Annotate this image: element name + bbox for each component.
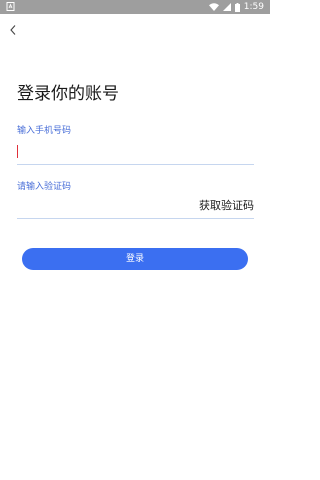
code-input[interactable] [17, 196, 187, 218]
wifi-icon [208, 3, 219, 11]
login-button[interactable]: 登录 [22, 248, 248, 270]
text-caret [17, 145, 18, 158]
code-field[interactable]: 获取验证码 [17, 196, 254, 219]
sim-icon [6, 2, 15, 11]
phone-label: 输入手机号码 [17, 126, 72, 136]
signal-icon [222, 3, 231, 11]
get-code-button[interactable]: 获取验证码 [199, 197, 254, 215]
battery-icon [234, 2, 240, 12]
code-label: 请输入验证码 [17, 182, 72, 192]
status-icons: 1:59 [208, 0, 264, 14]
back-button[interactable] [6, 22, 20, 38]
login-screen: 1:59 登录你的账号 输入手机号码 请输入验证码 获取验证码 登录 [0, 0, 270, 480]
status-bar: 1:59 [0, 0, 270, 14]
phone-input[interactable] [21, 141, 249, 164]
chevron-left-icon [10, 25, 16, 35]
phone-field[interactable] [17, 141, 254, 165]
status-time: 1:59 [243, 2, 264, 12]
page-title: 登录你的账号 [17, 84, 119, 104]
